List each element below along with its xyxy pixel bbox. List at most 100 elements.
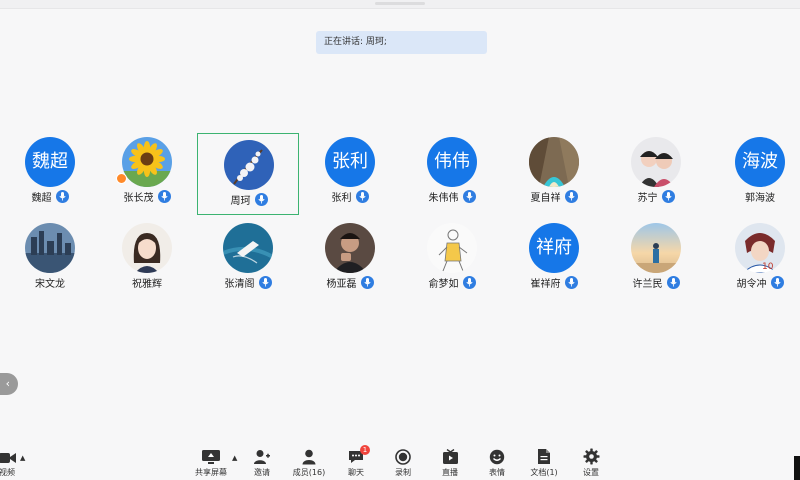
participant-name: 周珂 (230, 195, 251, 207)
screen-share-icon (189, 447, 233, 465)
participant-label-row: 胡令冲 (709, 274, 800, 290)
host-badge-icon (116, 173, 127, 184)
reaction-button[interactable]: 表情 (475, 447, 519, 479)
participant-label-row: 宋文龙 (0, 274, 101, 290)
participant-label-row: 杨亚磊 (299, 274, 401, 290)
participant-label-row: 朱伟伟 (401, 188, 503, 204)
avatar-photo (631, 223, 681, 273)
participant-label-row: 周珂 (198, 191, 300, 207)
participant-name: 朱伟伟 (428, 192, 459, 204)
invite-button[interactable]: 邀请 (240, 447, 284, 479)
microphone-icon (564, 189, 578, 203)
participant-tile[interactable]: 杨亚磊 (299, 217, 401, 299)
share-options-caret[interactable]: ▲ (232, 454, 237, 462)
participant-name: 俞梦如 (428, 278, 459, 290)
participant-label-row: 郭海波 (709, 188, 800, 204)
window-top-edge (0, 0, 800, 9)
video-options-caret[interactable]: ▲ (20, 454, 25, 462)
participant-label-row: 许兰民 (605, 274, 707, 290)
participant-label-row: 张清阁 (197, 274, 299, 290)
avatar-photo (529, 137, 579, 187)
participant-tile[interactable]: 伟伟 朱伟伟 (401, 131, 503, 213)
participant-name: 祝雅辉 (132, 278, 162, 290)
participant-tile[interactable]: 海波 郭海波 (709, 131, 800, 213)
participant-tile[interactable]: 俞梦如 (401, 217, 503, 299)
participant-name: 郭海波 (745, 192, 775, 204)
microphone-icon (462, 189, 476, 203)
participant-label-row: 张长茂 (96, 188, 198, 204)
participant-tile[interactable]: 魏超 魏超 (0, 131, 101, 213)
avatar: 魏超 (25, 137, 75, 187)
avatar-photo (122, 137, 172, 187)
avatar-photo (427, 223, 477, 273)
participant-name: 胡令冲 (736, 278, 767, 290)
smile-icon (475, 447, 519, 465)
document-icon (522, 447, 566, 465)
avatar: 祥府 (529, 223, 579, 273)
participant-tile[interactable]: 张清阁 (197, 217, 299, 299)
members-button[interactable]: 成员(16) (287, 447, 331, 479)
participant-name: 宋文龙 (35, 278, 65, 290)
participant-label-row: 张利 (299, 188, 401, 204)
participant-name: 夏自祥 (530, 192, 561, 204)
participant-tile[interactable]: 祝雅辉 (96, 217, 198, 299)
avatar-photo: 10 (735, 223, 785, 273)
participant-tile[interactable]: 张利 张利 (299, 131, 401, 213)
meeting-toolbar: 视频 ▲ 共享屏幕 ▲ 邀请 成员(16) 1 聊天 录制 直播 表情 文档(1… (0, 440, 800, 480)
participant-name: 苏宁 (637, 192, 658, 204)
share-screen-button[interactable]: 共享屏幕 (189, 447, 233, 479)
chat-icon (334, 447, 378, 465)
participant-label-row: 祝雅辉 (96, 274, 198, 290)
microphone-icon (462, 275, 476, 289)
avatar-photo (325, 223, 375, 273)
speaking-banner: 正在讲话: 周珂; (316, 31, 487, 54)
chat-unread-badge: 1 (360, 445, 370, 455)
gear-icon (569, 447, 613, 465)
microphone-icon (157, 189, 171, 203)
person-icon (287, 447, 331, 465)
microphone-icon (360, 275, 374, 289)
video-button[interactable]: 视频 (0, 447, 29, 479)
window-edge (794, 456, 800, 480)
microphone-icon (355, 189, 369, 203)
participant-tile[interactable]: 夏自祥 (503, 131, 605, 213)
settings-button[interactable]: 设置 (569, 447, 613, 479)
documents-button[interactable]: 文档(1) (522, 447, 566, 479)
chat-button[interactable]: 1 聊天 (334, 445, 378, 479)
participant-name: 许兰民 (632, 278, 663, 290)
participant-label-row: 崔祥府 (503, 274, 605, 290)
avatar-photo (631, 137, 681, 187)
participant-tile[interactable]: 苏宁 (605, 131, 707, 213)
microphone-icon (55, 189, 69, 203)
participant-tile[interactable]: 周珂 (197, 133, 299, 215)
participant-label-row: 魏超 (0, 188, 101, 204)
participant-name: 张利 (331, 192, 352, 204)
participant-tile[interactable]: 10 胡令冲 (709, 217, 800, 299)
participant-name: 张清阁 (224, 278, 255, 290)
participant-tile[interactable]: 张长茂 (96, 131, 198, 213)
participant-tile[interactable]: 宋文龙 (0, 217, 101, 299)
drag-grip[interactable] (375, 2, 425, 5)
avatar: 海波 (735, 137, 785, 187)
record-icon (381, 447, 425, 465)
microphone-icon (254, 192, 268, 206)
participant-tile[interactable]: 许兰民 (605, 217, 707, 299)
add-person-icon (240, 447, 284, 465)
participant-label-row: 俞梦如 (401, 274, 503, 290)
record-button[interactable]: 录制 (381, 447, 425, 479)
live-stream-button[interactable]: 直播 (428, 447, 472, 479)
avatar-photo (25, 223, 75, 273)
microphone-icon (666, 275, 680, 289)
live-icon (428, 447, 472, 465)
avatar-photo (223, 223, 273, 273)
participant-name: 崔祥府 (530, 278, 561, 290)
participant-name: 杨亚磊 (326, 278, 357, 290)
participant-tile[interactable]: 祥府 崔祥府 (503, 217, 605, 299)
participant-name: 魏超 (31, 192, 52, 204)
microphone-icon (564, 275, 578, 289)
microphone-icon (661, 189, 675, 203)
avatar-photo (122, 223, 172, 273)
collapse-panel-button[interactable]: ‹ (0, 373, 18, 395)
avatar-photo (224, 140, 274, 190)
participant-name: 张长茂 (123, 192, 154, 204)
